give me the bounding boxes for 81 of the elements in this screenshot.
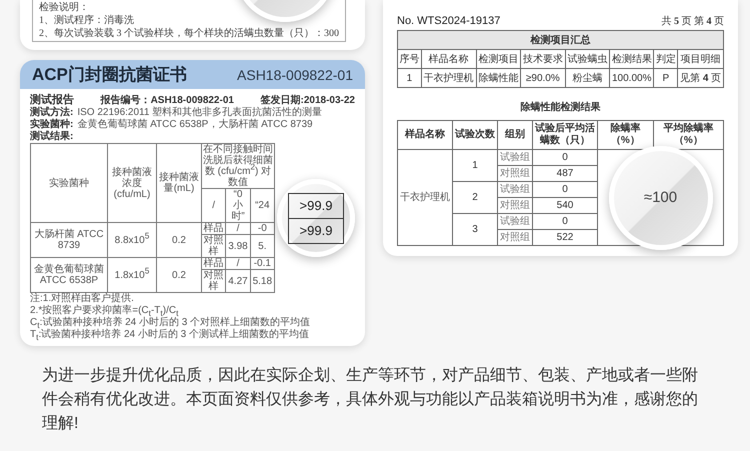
table-cell: -0.1 xyxy=(250,258,274,270)
magnified-value: >99.9 xyxy=(300,198,332,212)
table-cell: 大肠杆菌 ATCC 8739 xyxy=(30,222,108,258)
table-header: 实验菌种 xyxy=(30,144,108,222)
note-line: 2、每次试验装载 3 个试验样块，每个样块的活螨虫数量（只）：300 xyxy=(39,27,339,40)
table-cell: 5. xyxy=(250,234,274,258)
table-cell: / xyxy=(226,258,250,270)
table-cell: 8.8x10$^{5}$ xyxy=(108,222,156,258)
section-text: 金黄色葡萄球菌 ATCC 6538P，大肠杆菌 ATCC 8739 xyxy=(77,119,313,131)
table-header: 序号 xyxy=(398,50,422,68)
table-cell: 见第 4 页 xyxy=(678,68,724,88)
section-label: 实验菌种: xyxy=(30,119,74,130)
table-cell: 干衣护理机 xyxy=(398,150,452,246)
section-text: ISO 22196:2011 塑料和其他非多孔表面抗菌活性的测量 xyxy=(77,107,322,118)
table-cell: 1 xyxy=(452,150,498,182)
section-label: 测试结果: xyxy=(30,131,74,143)
report-number: No. WTS2024-19137 xyxy=(397,15,500,27)
table-header: 样品名称 xyxy=(398,120,452,150)
table-cell: 试验组 xyxy=(498,182,532,198)
table-header: 接种菌液浓度 (cfu/mL) xyxy=(108,144,156,222)
footnote: T$_{t}$:试验菌种接种培养 24 小时后的 3 个测试样上细菌数的平均值 xyxy=(30,329,310,341)
table-header: 试验次数 xyxy=(452,120,498,150)
table-cell: 试验组 xyxy=(498,150,532,166)
table-cell: 金黄色葡萄球菌 ATCC 6538P xyxy=(30,258,108,292)
report-heading: 测试报告 xyxy=(30,92,74,106)
table-header: / xyxy=(202,188,226,222)
table-header: 试验后平均活螨数（只） xyxy=(532,120,598,150)
page-count: 共 5 页 第 4 页 xyxy=(662,14,724,28)
table-header: 检测项目 xyxy=(476,50,521,68)
footnote: 注:1.对照样由客户提供. xyxy=(30,293,135,304)
table-cell: 0.2 xyxy=(156,258,202,292)
table-header: 样品名称 xyxy=(421,50,476,68)
table-cell: 样品 xyxy=(202,222,226,234)
section-label: 测试方法: xyxy=(30,107,74,118)
table-cell: 1.8x10$^{5}$ xyxy=(108,258,156,292)
table-cell: -0 xyxy=(250,222,274,234)
table-header: 组别 xyxy=(498,120,532,150)
table-header: 项目明细 xyxy=(678,50,724,68)
table-cell: 对照组 xyxy=(498,166,532,182)
table-cell: 除螨性能 xyxy=(476,68,521,88)
table-header: 接种菌液量(mL) xyxy=(156,144,202,222)
table-header: 试验螨虫 xyxy=(565,50,610,68)
table-cell: 对照组 xyxy=(498,230,532,246)
table-cell: 对照组 xyxy=(498,198,532,214)
table-cell: 样品 xyxy=(202,258,226,270)
table-cell: 5.18 xyxy=(250,270,274,292)
footnote: 2.*按照客户要求抑菌率=(C$_{t}$-T$_{t}$)/C$_{t}$ xyxy=(30,305,180,317)
table-cell: 对照样 xyxy=(202,234,226,258)
table-header: 检测结果 xyxy=(610,50,654,68)
table-cell: 3 xyxy=(452,214,498,246)
table-cell: P xyxy=(654,68,678,88)
table-cell: 2 xyxy=(452,182,498,214)
table-cell: 4.27 xyxy=(226,270,250,292)
disclaimer-text: 为进一步提升优化品质，因此在实际企划、生产等环节，对产品细节、包装、产地或者一些附件会稍有优化改进。本页面资料仅供参考，具体外观与功能以产品装箱说明书为准，感谢您的理解! xyxy=(41,366,699,434)
table-cell: ≥90.0% xyxy=(520,68,566,88)
note-line: 检验说明： xyxy=(39,1,89,14)
table-header: 在不同接触时间洗脱后获得细菌数 (cfu/cm$^{2}$) 对数值 xyxy=(202,144,274,188)
certificate-title: ACP门封圈抗菌证书 xyxy=(32,64,187,86)
table-header: 判定 xyxy=(654,50,678,68)
report-number: 报告编号：ASH18-009822-01 xyxy=(100,94,234,106)
footnote: C$_{t}$:试验菌种接种培养 24 小时后的 3 个对照样上细菌数的平均值 xyxy=(30,317,312,329)
certificate-number: ASH18-009822-01 xyxy=(237,66,353,82)
table-cell: 粉尘螨 xyxy=(565,68,610,88)
table-header: “0 小时” xyxy=(226,188,250,222)
table-cell: 对照样 xyxy=(202,270,226,292)
table-cell: 100.00% xyxy=(610,68,654,88)
table-header: 技术要求 xyxy=(520,50,566,68)
table-title: 除螨性能检测结果 xyxy=(520,100,602,114)
table-header: “24 xyxy=(250,188,274,222)
table-cell: 0.2 xyxy=(156,222,202,258)
table-cell: 干衣护理机 xyxy=(421,68,476,88)
report-date: 签发日期:2018-03-22 xyxy=(260,94,355,106)
table-cell: / xyxy=(226,222,250,234)
table-title: 检测项目汇总 xyxy=(398,30,724,50)
table-cell: 试验组 xyxy=(498,214,532,230)
note-line: 1、测试程序：消毒洗 xyxy=(39,14,134,27)
table-cell: 1 xyxy=(398,68,422,88)
magnified-value: ≈100 xyxy=(644,192,678,204)
table-cell: 0 xyxy=(532,150,598,166)
magnified-value: >99.9 xyxy=(300,222,332,238)
table-cell: 3.98 xyxy=(226,234,250,258)
